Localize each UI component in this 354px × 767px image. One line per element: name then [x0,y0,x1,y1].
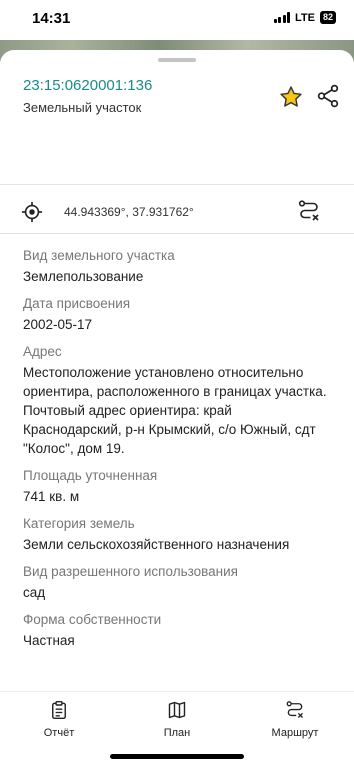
field-label: Форма собственности [23,612,162,627]
coordinates-text[interactable]: 44.943369°, 37.931762° [64,205,194,219]
map-icon [168,701,186,719]
status-time: 14:31 [32,10,71,27]
field-ownership: Форма собственности Частная [23,610,333,650]
favorite-button[interactable] [278,84,304,110]
coordinates-row: 44.943369°, 37.931762° [0,196,354,230]
field-value: Местоположение установлено относительно … [23,365,327,456]
coords-divider [0,233,354,234]
battery-icon: 82 [319,11,336,24]
share-button[interactable] [315,83,341,109]
network-type: LTE [295,11,315,24]
field-land-type: Вид земельного участка Землепользование [23,246,333,286]
nav-route-label: Маршрут [271,727,319,739]
field-label: Категория земель [23,516,135,531]
field-permitted-use: Вид разрешенного использования сад [23,562,333,602]
field-area: Площадь уточненная 741 кв. м [23,466,333,506]
field-value: Частная [23,633,75,648]
route-icon [298,200,319,221]
object-type: Земельный участок [23,100,142,115]
status-bar: 14:31 LTE 82 [0,0,354,40]
field-label: Дата присвоения [23,296,131,311]
field-address: Адрес Местоположение установлено относит… [23,342,333,458]
nav-plan[interactable]: План [132,700,222,739]
route-button[interactable] [297,199,321,223]
field-value: Землепользование [23,269,144,284]
locate-button[interactable] [21,201,43,223]
header-divider [0,184,354,185]
status-indicators: LTE 82 [273,11,336,24]
field-value: Земли сельскохозяйственного назначения [23,537,290,552]
clipboard-icon [52,700,66,720]
crosshair-icon [21,201,43,223]
field-label: Вид земельного участка [23,248,175,263]
route-icon [286,701,303,718]
share-icon [317,84,339,108]
sheet-grabber[interactable] [158,58,196,62]
field-label: Вид разрешенного использования [23,564,238,579]
field-value: 741 кв. м [23,489,80,504]
field-value: 2002-05-17 [23,317,93,332]
field-label: Площадь уточненная [23,468,158,483]
field-label: Адрес [23,344,62,359]
nav-plan-label: План [163,727,191,739]
nav-route[interactable]: Маршрут [250,700,340,739]
field-assignment-date: Дата присвоения 2002-05-17 [23,294,333,334]
bottom-nav: Отчёт План Маршрут [0,691,354,767]
nav-report[interactable]: Отчёт [14,700,104,739]
field-land-category: Категория земель Земли сельскохозяйствен… [23,514,333,554]
cadastral-number[interactable]: 23:15:0620001:136 [23,77,152,94]
details-list: Вид земельного участка Землепользование … [23,246,333,658]
nav-report-label: Отчёт [43,727,75,739]
home-indicator[interactable] [110,754,244,759]
signal-icon [273,12,291,23]
star-icon [280,86,302,107]
field-value: сад [23,585,46,600]
